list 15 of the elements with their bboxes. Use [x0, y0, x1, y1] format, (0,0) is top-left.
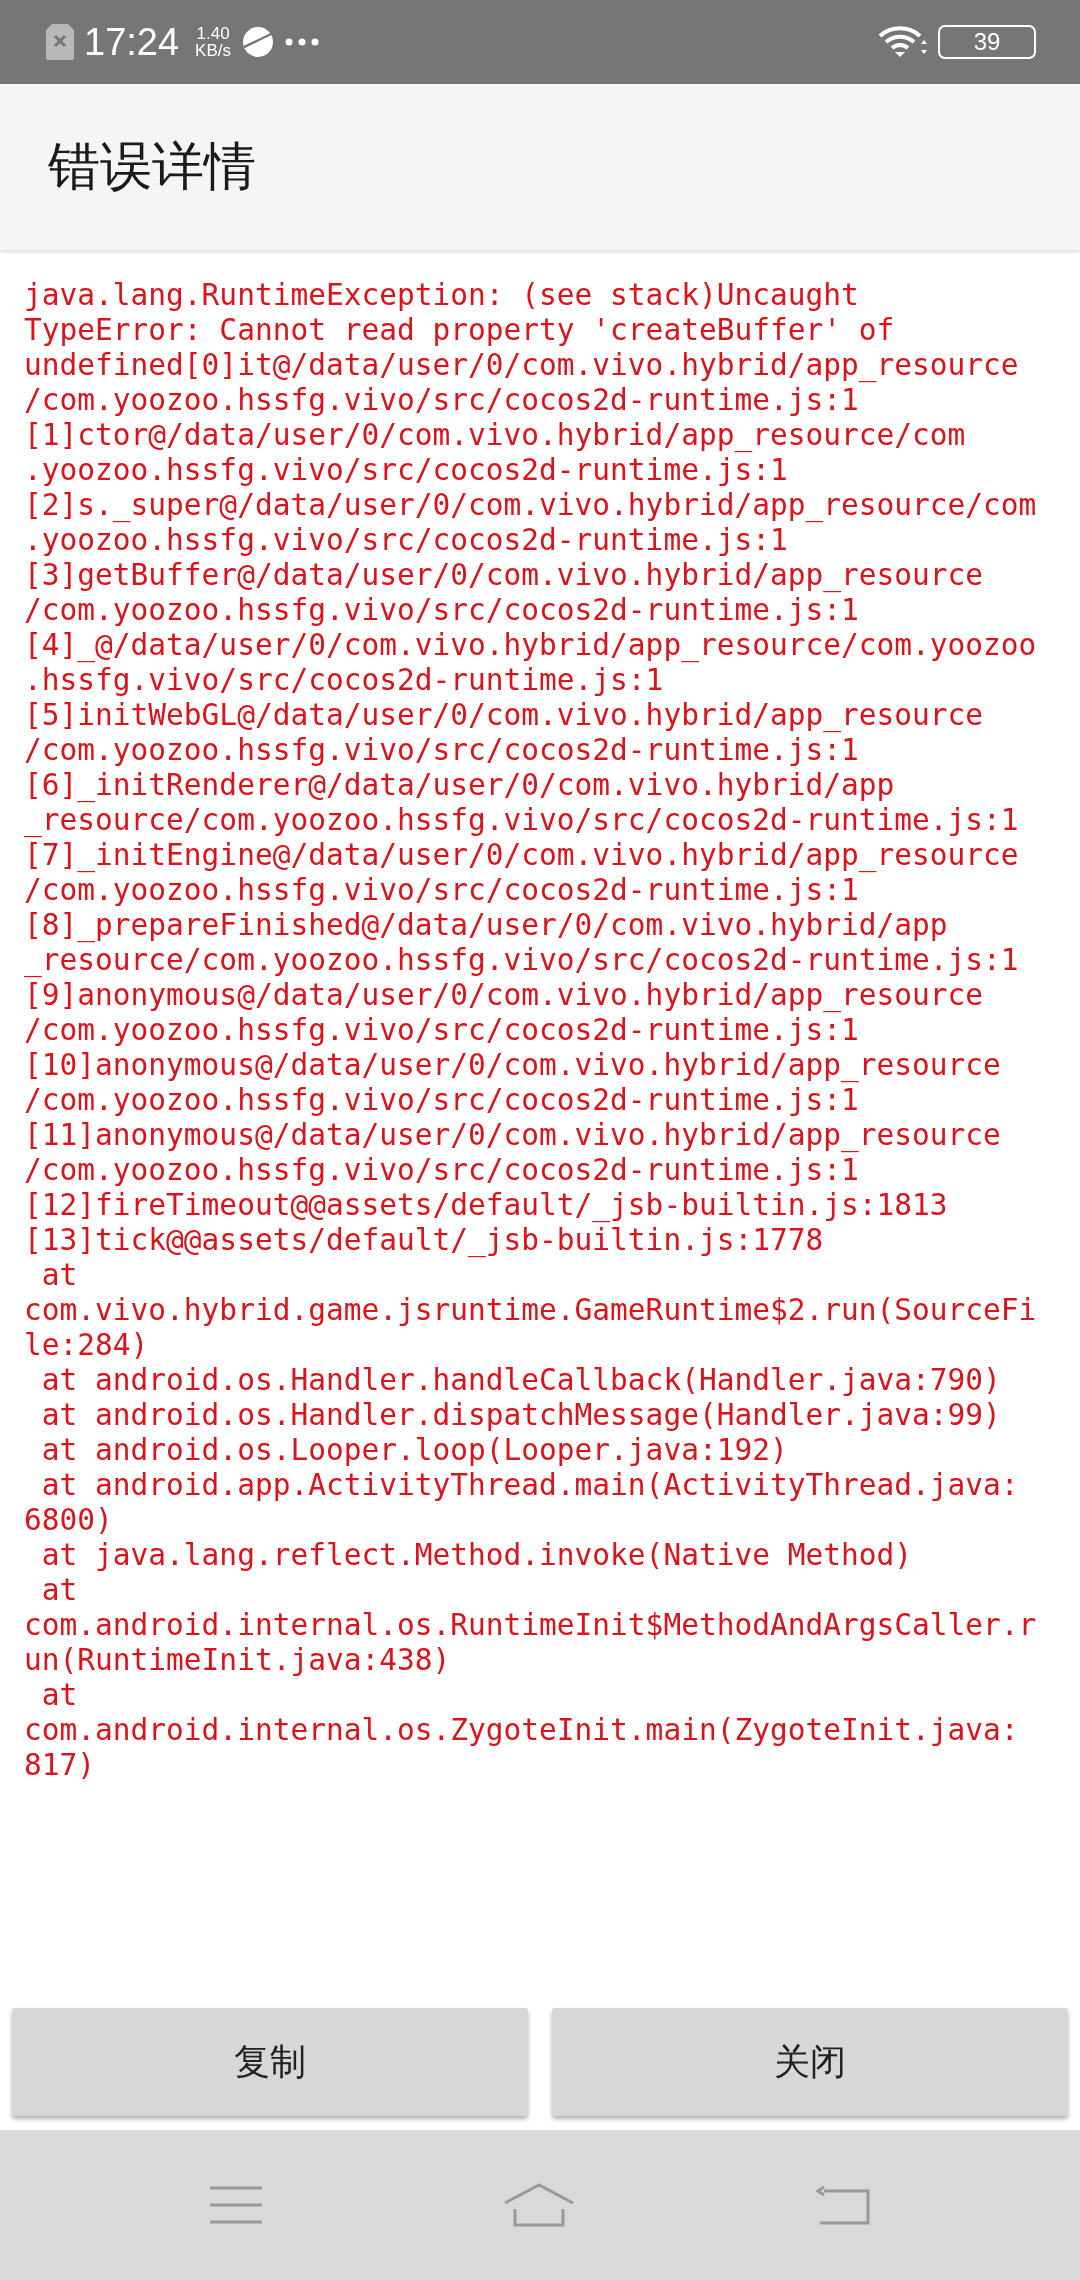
home-icon[interactable]: [503, 2183, 575, 2227]
back-icon[interactable]: [815, 2185, 870, 2225]
copy-button[interactable]: 复制: [12, 2008, 528, 2116]
close-button[interactable]: 关闭: [552, 2008, 1068, 2116]
clock-time: 17:24: [84, 20, 180, 64]
sim-card-icon: [46, 24, 74, 60]
menu-icon[interactable]: [210, 2186, 263, 2224]
page-title: 错误详情: [48, 135, 256, 198]
planet-icon: [241, 25, 275, 59]
wifi-icon: [878, 26, 928, 58]
more-icon: [285, 38, 319, 46]
speed-value: 1.40: [196, 25, 230, 42]
speed-unit: KB/s: [195, 42, 231, 59]
error-message: java.lang.RuntimeException: (see stack)Uncaught TypeError: Cannot read property 'createBuffer' of undefined[0]it@/data/user/0/com.vivo.hybrid/app_resource /com.yoozoo.hssfg.vivo/src/cocos2d-runtime.js:1 [1]ctor@/data/user/0/com.vivo.hybrid/app_resource/com .yoozoo.hssfg.vivo/src/cocos2d-runtime.js:1 [2]s._super@/data/user/0/com.vivo.hybrid/app_resource/com .yoozoo.hssfg.vivo/src/cocos2d-runtime.js:1 [3]getBuffer@/data/user/0/com.vivo.hybrid/app_resource /com.yoozoo.hssfg.vivo/src/cocos2d-runtime.js:1 [4]_@/data/user/0/com.vivo.hybrid/app_resource/com.yoozoo .hssfg.vivo/src/cocos2d-runtime.js:1 [5]initWebGL@/data/user/0/com.vivo.hybrid/app_resource /com.yoozoo.hssfg.vivo/src/cocos2d-runtime.js:1 [6]_initRenderer@/data/user/0/com.vivo.hybrid/app _resource/com.yoozoo.hssfg.vivo/src/cocos2d-runtime.js:1 [7]_initEngine@/data/user/0/com.vivo.hybrid/app_resource /com.yoozoo.hssfg.vivo/src/cocos2d-runtime.js:1 [8]_prepareFinished@/data/user/0/com.vivo.hybrid/app _resource/com.yoozoo.hssfg.vivo/src/cocos2d-runtime.js:1 [9]anonymous@/data/user/0/com.vivo.hybrid/app_resource /com.yoozoo.hssfg.vivo/src/cocos2d-runtime.js:1 [10]anonymous@/data/user/0/com.vivo.hybrid/app_resource /com.yoozoo.hssfg.vivo/src/cocos2d-runtime.js:1 [11]anonymous@/data/user/0/com.vivo.hybrid/app_resource /com.yoozoo.hssfg.vivo/src/cocos2d-runtime.js:1 [12]fireTimeout@@assets/default/_jsb-builtin.js:1813 [13]tick@@assets/default/_jsb-builtin.js:1778 at com.vivo.hybrid.game.jsruntime.GameRuntime$2.run(SourceFi le:284) at android.os.Handler.handleCallback(Handler.java:790) at android.os.Handler.dispatchMessage(Handler.java:99) at android.os.Looper.loop(Looper.java:192) at android.app.ActivityThread.main(ActivityThread.java: 6800) at java.lang.reflect.Method.invoke(Native Method) at com.android.internal.os.RuntimeInit$MethodAndArgsCaller.r un(RuntimeInit.java:438) at com.android.internal.os.ZygoteInit.main(ZygoteInit.java: 817): [24, 278, 1037, 1783]
battery-icon: 39: [938, 25, 1036, 59]
